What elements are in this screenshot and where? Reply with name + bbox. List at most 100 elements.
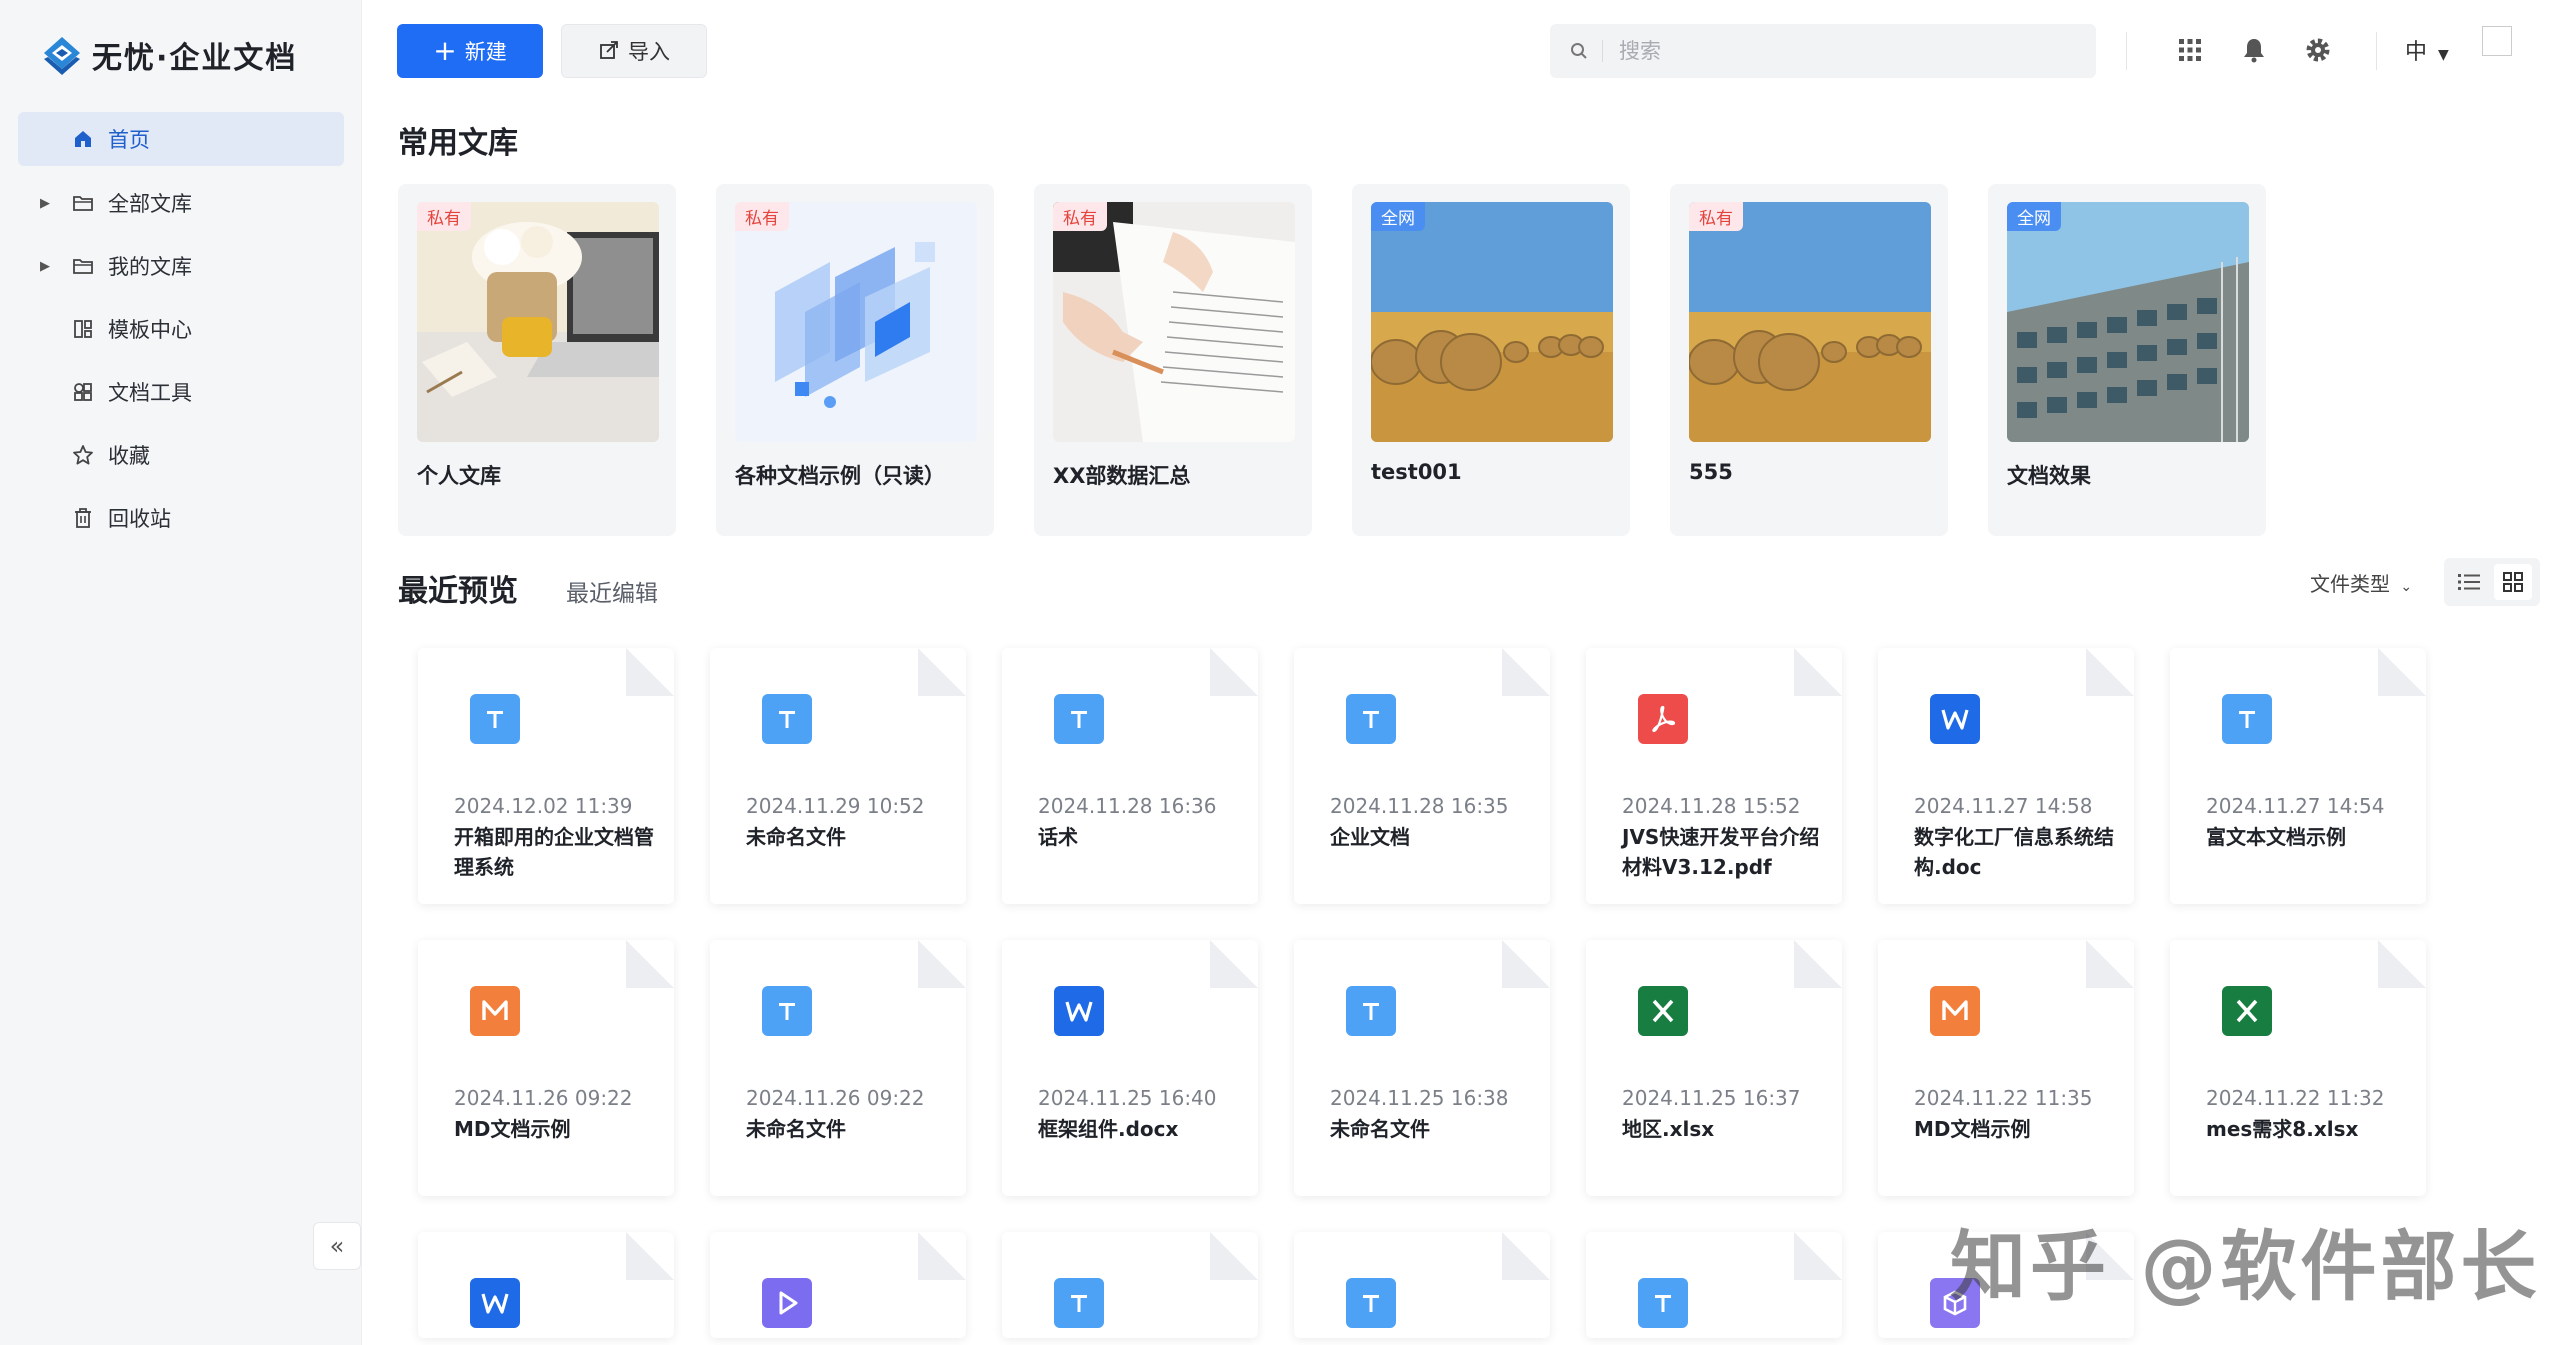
sidebar-item-5[interactable]: 收藏 (18, 428, 344, 482)
library-cover-image (1371, 202, 1613, 442)
page-fold (2378, 940, 2426, 988)
text-doc-icon (470, 694, 520, 744)
avatar[interactable] (2482, 26, 2512, 56)
import-button-label: 导入 (628, 40, 670, 64)
file-card[interactable]: 2024.11.26 09:22 未命名文件 (710, 940, 966, 1196)
apps-grid-icon[interactable] (2170, 30, 2210, 70)
sidebar-item-4[interactable]: 文档工具 (18, 365, 344, 419)
file-card[interactable]: 2024.11.29 10:52 未命名文件 (710, 648, 966, 904)
sidebar-item-label: 模板中心 (108, 318, 192, 342)
sidebar-item-6[interactable]: 回收站 (18, 491, 344, 545)
star-icon (72, 444, 94, 466)
sidebar-item-label: 收藏 (108, 444, 150, 468)
file-card[interactable]: 2024.11.25 16:37 地区.xlsx (1586, 940, 1842, 1196)
library-name: 555 (1689, 460, 1733, 484)
file-card[interactable]: 2024.11.28 16:35 企业文档 (1294, 648, 1550, 904)
library-name: 个人文库 (417, 464, 501, 488)
library-name: test001 (1371, 460, 1462, 484)
grid-view-button[interactable] (2494, 564, 2532, 600)
library-card[interactable]: 私有 个人文库 (398, 184, 676, 536)
grid-icon (2503, 572, 2523, 592)
file-type-filter-label: 文件类型 (2310, 572, 2390, 596)
library-tag-badge: 私有 (417, 202, 471, 231)
file-card[interactable]: 2024.12.02 11:39 开箱即用的企业文档管理系统 (418, 648, 674, 904)
libraries-title: 常用文库 (398, 126, 518, 161)
tab-recent-edit[interactable]: 最近编辑 (566, 574, 658, 608)
tab-recent-preview[interactable]: 最近预览 (398, 566, 518, 610)
sidebar-item-2[interactable]: ▶ 我的文库 (18, 239, 344, 293)
language-switch[interactable]: 中 ▼ (2405, 34, 2449, 66)
text-doc-icon (762, 694, 812, 744)
sidebar-item-1[interactable]: ▶ 全部文库 (18, 176, 344, 230)
sidebar: 无忧·企业文档 首页 ▶ 全部文库 ▶ 我的文库模板中心文档工具收藏回收站 « (0, 0, 362, 1345)
file-name: 开箱即用的企业文档管理系统 (454, 825, 654, 879)
file-card[interactable]: 2024.11.28 15:52 JVS快速开发平台介绍材料V3.12.pdf (1586, 648, 1842, 904)
sidebar-nav: 首页 ▶ 全部文库 ▶ 我的文库模板中心文档工具收藏回收站 (18, 112, 344, 554)
library-tag-badge: 私有 (1689, 202, 1743, 231)
file-name: 地区.xlsx (1622, 1117, 1715, 1141)
file-name: MD文档示例 (1914, 1117, 2031, 1141)
page-fold (1502, 648, 1550, 696)
expand-arrow-icon[interactable]: ▶ (40, 196, 50, 211)
file-card[interactable] (1294, 1232, 1550, 1338)
file-date: 2024.11.26 09:22 (746, 1086, 925, 1110)
file-card[interactable]: 2024.11.25 16:38 未命名文件 (1294, 940, 1550, 1196)
file-date: 2024.11.27 14:58 (1914, 794, 2093, 818)
file-card[interactable] (1002, 1232, 1258, 1338)
library-card[interactable]: 全网 test001 (1352, 184, 1630, 536)
word-icon (1930, 694, 1980, 744)
collapse-sidebar-button[interactable]: « (313, 1222, 361, 1270)
file-card[interactable]: 2024.11.22 11:32 mes需求8.xlsx (2170, 940, 2426, 1196)
page-fold (626, 648, 674, 696)
new-button[interactable]: + 新建 (397, 24, 543, 78)
file-card[interactable]: 2024.11.27 14:58 数字化工厂信息系统结构.doc (1878, 648, 2134, 904)
file-card[interactable]: 2024.11.25 16:40 框架组件.docx (1002, 940, 1258, 1196)
file-card[interactable] (1586, 1232, 1842, 1338)
search-bar[interactable] (1550, 24, 2096, 78)
file-card[interactable]: 2024.11.26 09:22 MD文档示例 (418, 940, 674, 1196)
library-tag-badge: 全网 (1371, 202, 1425, 231)
page-fold (1794, 940, 1842, 988)
sidebar-item-3[interactable]: 模板中心 (18, 302, 344, 356)
file-name: JVS快速开发平台介绍材料V3.12.pdf (1622, 825, 1820, 879)
page-fold (918, 648, 966, 696)
file-date: 2024.11.22 11:32 (2206, 1086, 2385, 1110)
bell-icon[interactable] (2234, 30, 2274, 70)
gear-icon[interactable] (2298, 30, 2338, 70)
app-logo[interactable]: 无忧·企业文档 (40, 30, 297, 80)
file-date: 2024.11.25 16:37 (1622, 1086, 1801, 1110)
library-name: XX部数据汇总 (1053, 464, 1191, 488)
text-doc-icon (2222, 694, 2272, 744)
watermark: 知乎 @软件部长 (1950, 1222, 2541, 1311)
import-button[interactable]: 导入 (561, 24, 707, 78)
list-view-button[interactable] (2450, 564, 2488, 600)
pdf-icon (1638, 694, 1688, 744)
file-name: MD文档示例 (454, 1117, 571, 1141)
file-card[interactable]: 2024.11.27 14:54 富文本文档示例 (2170, 648, 2426, 904)
page-fold (918, 940, 966, 988)
search-icon (1571, 43, 1587, 59)
view-switch (2444, 558, 2540, 606)
library-card[interactable]: 私有 XX部数据汇总 (1034, 184, 1312, 536)
file-name: 企业文档 (1330, 825, 1410, 849)
page-fold (2378, 648, 2426, 696)
search-input[interactable] (1617, 38, 2077, 64)
library-card[interactable]: 私有 555 (1670, 184, 1948, 536)
search-divider (1602, 40, 1603, 62)
markdown-icon (1930, 986, 1980, 1036)
text-doc-icon (1638, 1278, 1688, 1328)
file-card[interactable] (418, 1232, 674, 1338)
file-card[interactable]: 2024.11.28 16:36 话术 (1002, 648, 1258, 904)
library-cover-image (2007, 202, 2249, 442)
library-card[interactable]: 全网 文档效果 (1988, 184, 2266, 536)
page-fold (918, 1232, 966, 1280)
sidebar-item-label: 首页 (108, 128, 150, 152)
file-type-filter[interactable]: 文件类型 ⌄ (2310, 568, 2412, 597)
sidebar-item-0[interactable]: 首页 (18, 112, 344, 166)
file-card[interactable] (710, 1232, 966, 1338)
library-card[interactable]: 私有 各种文档示例（只读） (716, 184, 994, 536)
library-tag-badge: 全网 (2007, 202, 2061, 231)
file-card[interactable]: 2024.11.22 11:35 MD文档示例 (1878, 940, 2134, 1196)
file-name: mes需求8.xlsx (2206, 1117, 2359, 1141)
expand-arrow-icon[interactable]: ▶ (40, 259, 50, 274)
